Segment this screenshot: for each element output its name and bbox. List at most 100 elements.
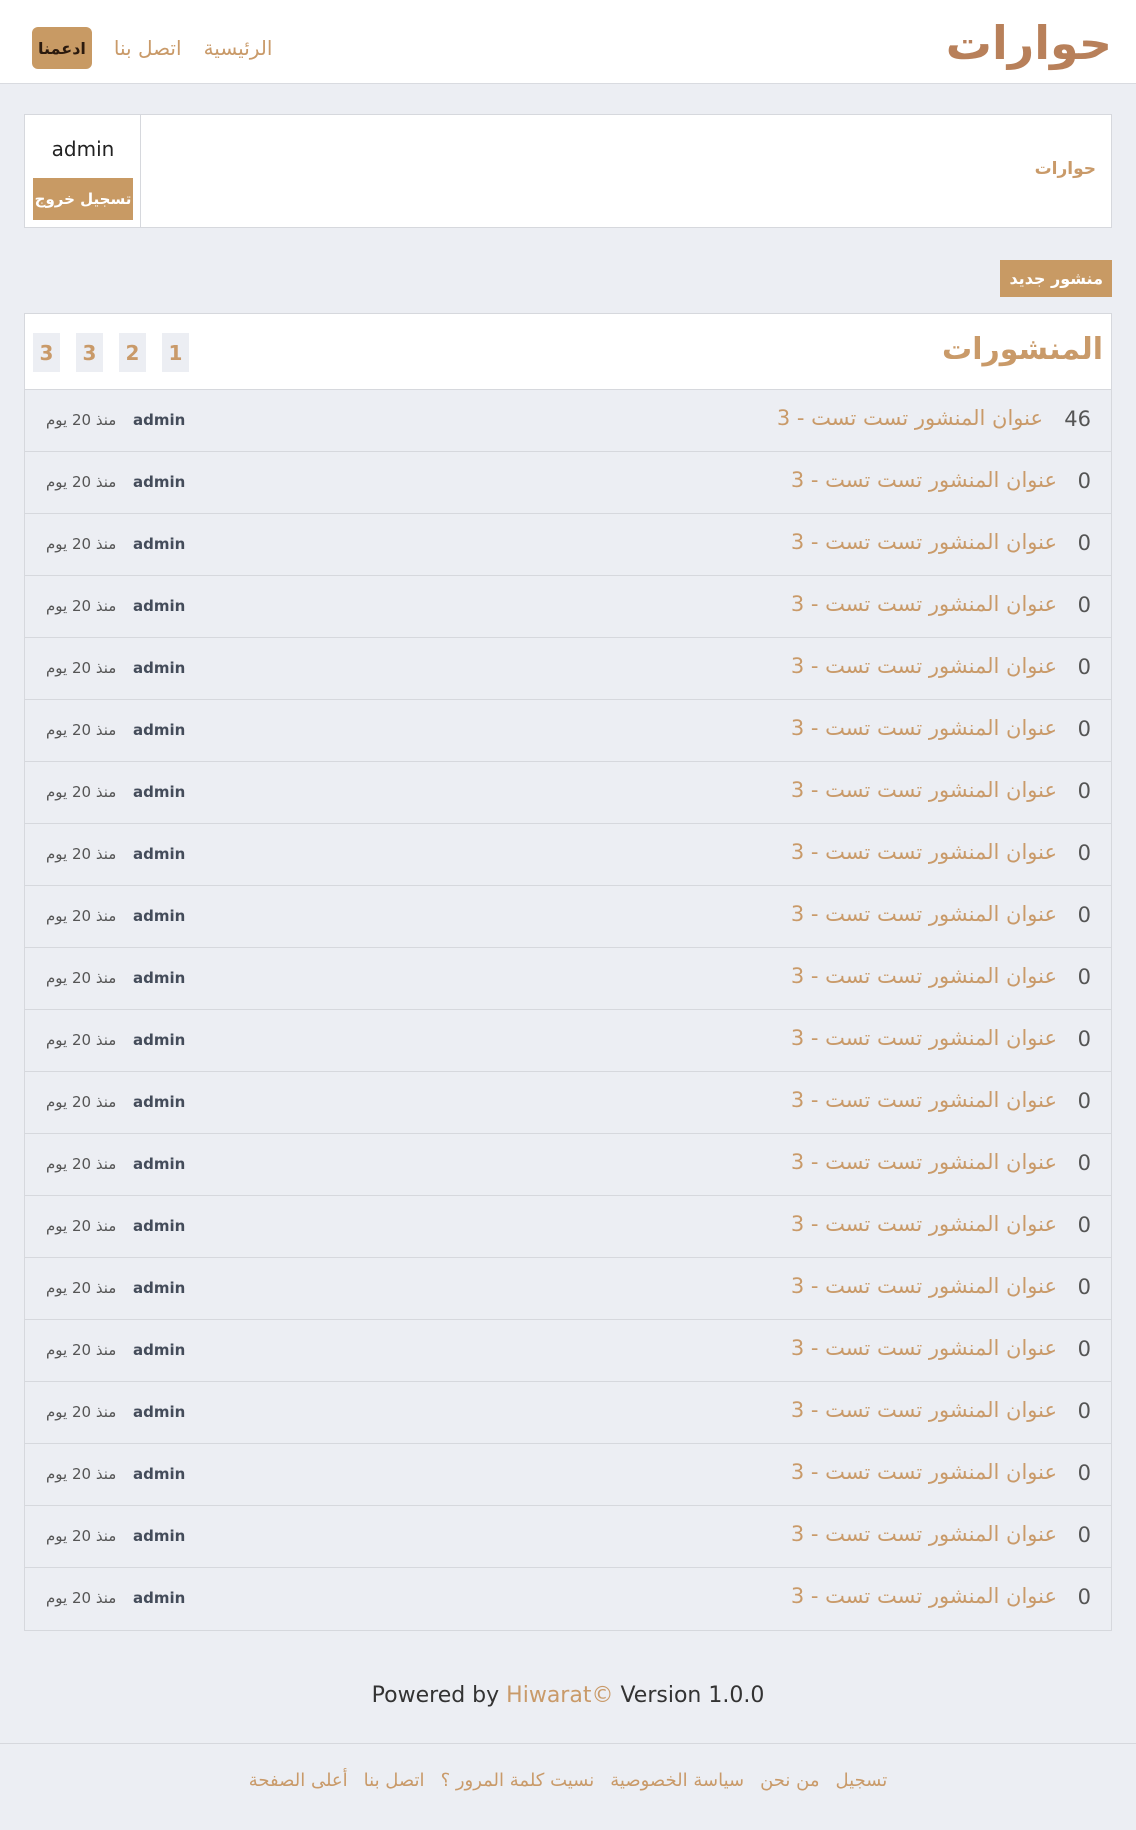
post-time: منذ 20 يوم: [46, 721, 117, 739]
post-title-link[interactable]: عنوان المنشور تست تست - 3: [791, 1522, 1057, 1546]
site-logo[interactable]: حوارات: [946, 12, 1113, 74]
post-title-link[interactable]: عنوان المنشور تست تست - 3: [791, 1088, 1057, 1112]
powered-brand-link[interactable]: Hiwarat©: [506, 1683, 613, 1708]
post-time: منذ 20 يوم: [46, 659, 117, 677]
posts-list: 46 عنوان المنشور تست تست - 3 admin منذ 20 ي…: [25, 390, 1111, 1630]
post-title-link[interactable]: عنوان المنشور تست تست - 3: [791, 468, 1057, 492]
post-author-link[interactable]: admin: [133, 473, 185, 491]
posts-card: المنشورات 3321 46 عنوان المنشور تست تست -…: [24, 313, 1112, 1631]
post-author-link[interactable]: admin: [133, 969, 185, 987]
post-reply-count: 0: [1077, 965, 1091, 989]
post-author-link[interactable]: admin: [133, 1093, 185, 1111]
post-author-link[interactable]: admin: [133, 1155, 185, 1173]
post-title-link[interactable]: عنوان المنشور تست تست - 3: [791, 1026, 1057, 1050]
post-author-link[interactable]: admin: [133, 597, 185, 615]
post-title-link[interactable]: عنوان المنشور تست تست - 3: [791, 530, 1057, 554]
post-reply-count: 0: [1077, 1461, 1091, 1485]
username-label: admin: [51, 137, 115, 161]
post-author-link[interactable]: admin: [133, 1341, 185, 1359]
page-link[interactable]: 3: [33, 333, 60, 372]
post-author-link[interactable]: admin: [133, 1031, 185, 1049]
post-row: 0 عنوان المنشور تست تست - 3 admin منذ 20 يو…: [25, 1568, 1111, 1630]
post-title-link[interactable]: عنوان المنشور تست تست - 3: [791, 902, 1057, 926]
post-author-link[interactable]: admin: [133, 535, 185, 553]
post-time: منذ 20 يوم: [46, 1465, 117, 1483]
user-panel: admin تسجيل خروج: [25, 115, 141, 227]
post-reply-count: 0: [1077, 1399, 1091, 1423]
post-title-link[interactable]: عنوان المنشور تست تست - 3: [791, 1336, 1057, 1360]
footer-link[interactable]: تسجيل: [836, 1770, 888, 1791]
footer-link[interactable]: من نحن: [760, 1770, 819, 1791]
post-reply-count: 0: [1077, 1213, 1091, 1237]
post-row: 0 عنوان المنشور تست تست - 3 admin منذ 20 يو…: [25, 1258, 1111, 1320]
page-link[interactable]: 3: [76, 333, 103, 372]
post-author-link[interactable]: admin: [133, 1279, 185, 1297]
post-author-link[interactable]: admin: [133, 411, 185, 429]
post-title-link[interactable]: عنوان المنشور تست تست - 3: [791, 1212, 1057, 1236]
post-title-link[interactable]: عنوان المنشور تست تست - 3: [791, 778, 1057, 802]
page-link[interactable]: 1: [162, 333, 189, 372]
logout-button[interactable]: تسجيل خروج: [33, 178, 133, 220]
post-time: منذ 20 يوم: [46, 597, 117, 615]
post-title-link[interactable]: عنوان المنشور تست تست - 3: [791, 1274, 1057, 1298]
post-author-link[interactable]: admin: [133, 845, 185, 863]
post-reply-count: 0: [1077, 1089, 1091, 1113]
post-time: منذ 20 يوم: [46, 1031, 117, 1049]
post-author-link[interactable]: admin: [133, 907, 185, 925]
post-author-link[interactable]: admin: [133, 721, 185, 739]
footer-link[interactable]: سياسة الخصوصية: [610, 1770, 744, 1791]
site-name-label[interactable]: حوارات: [1035, 159, 1096, 179]
post-author-link[interactable]: admin: [133, 1465, 185, 1483]
post-title-link[interactable]: عنوان المنشور تست تست - 3: [791, 1460, 1057, 1484]
post-row: 0 عنوان المنشور تست تست - 3 admin منذ 20 يو…: [25, 700, 1111, 762]
post-row: 0 عنوان المنشور تست تست - 3 admin منذ 20 يو…: [25, 1382, 1111, 1444]
post-reply-count: 0: [1077, 779, 1091, 803]
post-title-link[interactable]: عنوان المنشور تست تست - 3: [791, 1398, 1057, 1422]
post-time: منذ 20 يوم: [46, 1279, 117, 1297]
footer: تسجيل من نحن سياسة الخصوصية نسيت كلمة المرو…: [0, 1743, 1136, 1830]
post-author-link[interactable]: admin: [133, 1527, 185, 1545]
post-row: 0 عنوان المنشور تست تست - 3 admin منذ 20 يو…: [25, 824, 1111, 886]
post-title-link[interactable]: عنوان المنشور تست تست - 3: [791, 964, 1057, 988]
post-reply-count: 0: [1077, 1151, 1091, 1175]
post-row: 46 عنوان المنشور تست تست - 3 admin منذ 20 ي…: [25, 390, 1111, 452]
footer-link[interactable]: أعلى الصفحة: [249, 1770, 348, 1791]
post-author-link[interactable]: admin: [133, 1403, 185, 1421]
user-info-box: حوارات admin تسجيل خروج: [24, 114, 1112, 228]
post-time: منذ 20 يوم: [46, 1155, 117, 1173]
post-author-link[interactable]: admin: [133, 1217, 185, 1235]
post-title-link[interactable]: عنوان المنشور تست تست - 3: [791, 840, 1057, 864]
nav-link-home[interactable]: الرئيسية: [204, 36, 273, 60]
post-author-link[interactable]: admin: [133, 1589, 185, 1607]
footer-links: تسجيل من نحن سياسة الخصوصية نسيت كلمة المرو…: [0, 1770, 1136, 1791]
new-post-button[interactable]: منشور جديد: [1000, 260, 1112, 297]
footer-link[interactable]: اتصل بنا: [364, 1770, 425, 1791]
post-title-link[interactable]: عنوان المنشور تست تست - 3: [791, 716, 1057, 740]
nav-link-contact[interactable]: اتصل بنا: [114, 36, 182, 60]
post-reply-count: 0: [1077, 903, 1091, 927]
post-title-link[interactable]: عنوان المنشور تست تست - 3: [791, 654, 1057, 678]
post-title-link[interactable]: عنوان المنشور تست تست - 3: [791, 1150, 1057, 1174]
post-time: منذ 20 يوم: [46, 411, 117, 429]
post-reply-count: 0: [1077, 469, 1091, 493]
post-title-link[interactable]: عنوان المنشور تست تست - 3: [791, 592, 1057, 616]
pagination: 3321: [33, 333, 189, 372]
post-time: منذ 20 يوم: [46, 1589, 117, 1607]
post-row: 0 عنوان المنشور تست تست - 3 admin منذ 20 يو…: [25, 1506, 1111, 1568]
post-time: منذ 20 يوم: [46, 473, 117, 491]
support-button[interactable]: ادعمنا: [32, 27, 92, 69]
powered-prefix: Powered by: [371, 1683, 500, 1708]
powered-version: Version 1.0.0: [620, 1683, 765, 1708]
posts-header: المنشورات 3321: [25, 314, 1111, 390]
post-title-link[interactable]: عنوان المنشور تست تست - 3: [777, 406, 1043, 430]
footer-link[interactable]: نسيت كلمة المرور ؟: [441, 1770, 595, 1791]
page-link[interactable]: 2: [119, 333, 146, 372]
post-row: 0 عنوان المنشور تست تست - 3 admin منذ 20 يو…: [25, 576, 1111, 638]
post-author-link[interactable]: admin: [133, 783, 185, 801]
post-title-link[interactable]: عنوان المنشور تست تست - 3: [791, 1584, 1057, 1608]
post-time: منذ 20 يوم: [46, 1217, 117, 1235]
post-reply-count: 46: [1064, 407, 1091, 431]
post-author-link[interactable]: admin: [133, 659, 185, 677]
post-reply-count: 0: [1077, 841, 1091, 865]
post-reply-count: 0: [1077, 1523, 1091, 1547]
